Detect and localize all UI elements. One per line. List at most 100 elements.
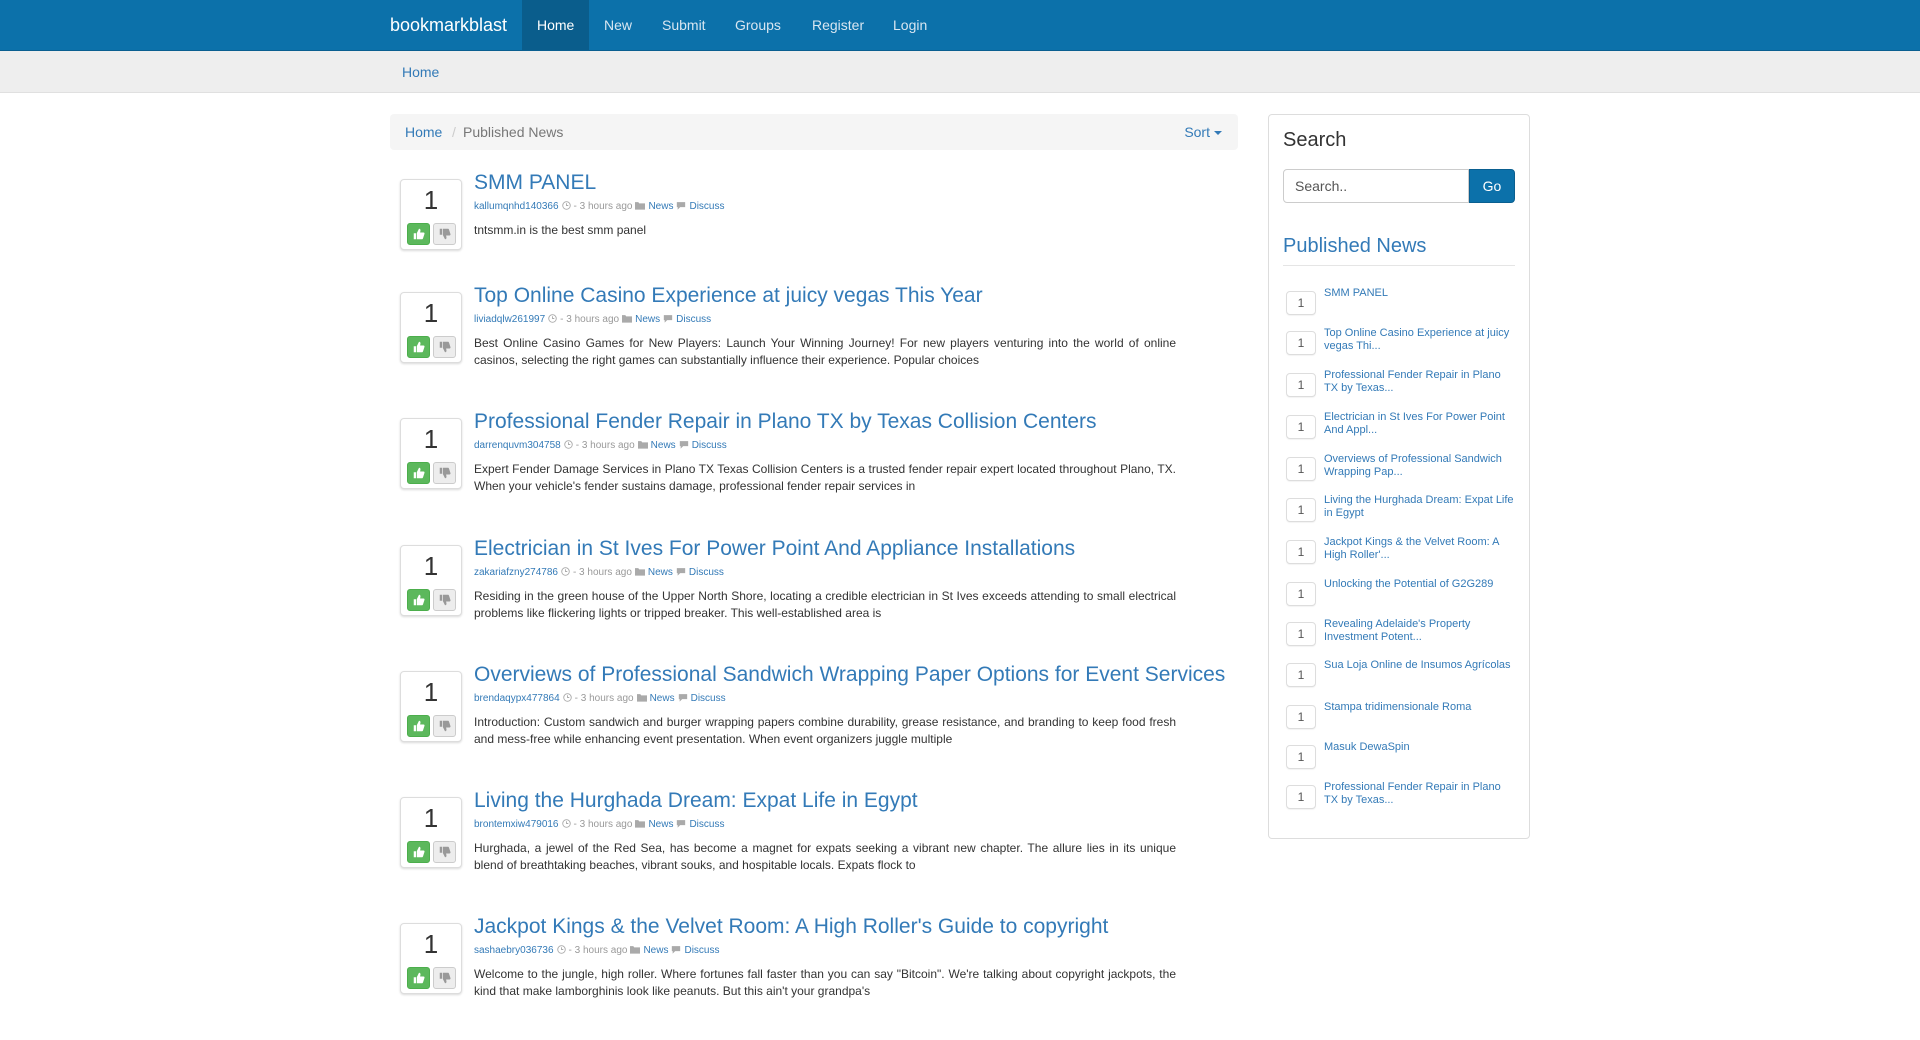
thumbs-down-icon[interactable]: [433, 841, 456, 863]
post-discuss-link[interactable]: Discuss: [684, 945, 719, 956]
post-discuss-link[interactable]: Discuss: [692, 440, 727, 451]
post-item: 1 Living the Hurghada Dream: Expat Life i…: [390, 788, 1230, 914]
sidebar-news-item: 1 Overviews of Professional Sandwich Wrap…: [1283, 451, 1515, 491]
post-title-link[interactable]: Top Online Casino Experience at juicy ve…: [474, 283, 983, 309]
post-title-link[interactable]: SMM PANEL: [474, 170, 596, 196]
post-title-link[interactable]: Professional Fender Repair in Plano TX b…: [474, 409, 1097, 435]
comment-icon: [676, 567, 686, 581]
breadcrumb: Home / Published News Sort: [390, 114, 1238, 150]
post-category-link[interactable]: News: [648, 819, 673, 830]
post-meta: darrenquvm304758 - 3 hours ago News Discuss: [474, 439, 727, 454]
post-title-link[interactable]: Electrician in St Ives For Power Point A…: [474, 536, 1075, 562]
post-title-link[interactable]: Overviews of Professional Sandwich Wrapp…: [474, 662, 1225, 688]
vote-count: 1: [423, 803, 439, 833]
vote-box: 1: [400, 418, 462, 489]
sidebar-news-link[interactable]: Masuk DewaSpin: [1324, 741, 1514, 754]
sidebar-divider: [1283, 265, 1515, 266]
thumbs-down-icon[interactable]: [433, 336, 456, 358]
post-item: 1 Overviews of Professional Sandwich Wrap…: [390, 662, 1230, 788]
post-meta: brontemxiw479016 - 3 hours ago News Discuss: [474, 818, 724, 833]
thumbs-up-icon[interactable]: [407, 336, 430, 358]
clock-icon: [556, 945, 566, 959]
thumbs-up-icon[interactable]: [407, 841, 430, 863]
thumbs-down-icon[interactable]: [433, 589, 456, 611]
sidebar-news-link[interactable]: Electrician in St Ives For Power Point A…: [1324, 411, 1514, 437]
post-item: 1 Jackpot Kings & the Velvet Room: A High…: [390, 914, 1230, 1040]
post-item: 1 Professional Fender Repair in Plano TX …: [390, 409, 1230, 535]
post-author-link[interactable]: darrenquvm304758: [474, 440, 561, 451]
sidebar-news-item: 1 Living the Hurghada Dream: Expat Life i…: [1283, 492, 1515, 532]
post-time: - 3 hours ago: [574, 693, 634, 704]
post-discuss-link[interactable]: Discuss: [691, 693, 726, 704]
folder-icon: [630, 945, 641, 959]
nav-login[interactable]: Login: [893, 0, 927, 50]
post-author-link[interactable]: liviadqlw261997: [474, 314, 545, 325]
nav-groups[interactable]: Groups: [735, 0, 781, 50]
post-category-link[interactable]: News: [648, 567, 673, 578]
thumbs-up-icon[interactable]: [407, 223, 430, 245]
sidebar-news-item: 1 Revealing Adelaide's Property Investmen…: [1283, 616, 1515, 656]
sidebar-news-link[interactable]: Professional Fender Repair in Plano TX b…: [1324, 781, 1514, 807]
subheader-home-link[interactable]: Home: [402, 51, 439, 93]
vote-count-badge: 1: [1286, 705, 1316, 729]
clock-icon: [562, 693, 572, 707]
post-category-link[interactable]: News: [648, 201, 673, 212]
sidebar-news-link[interactable]: Professional Fender Repair in Plano TX b…: [1324, 369, 1514, 395]
sort-dropdown-button[interactable]: Sort: [1184, 114, 1222, 150]
thumbs-down-icon[interactable]: [433, 715, 456, 737]
post-title-link[interactable]: Jackpot Kings & the Velvet Room: A High …: [474, 914, 1108, 940]
nav-new[interactable]: New: [604, 0, 632, 50]
post-category-link[interactable]: News: [643, 945, 668, 956]
clock-icon: [561, 567, 570, 581]
vote-box: 1: [400, 292, 462, 363]
post-discuss-link[interactable]: Discuss: [689, 819, 724, 830]
post-discuss-link[interactable]: Discuss: [689, 567, 724, 578]
post-category-link[interactable]: News: [635, 314, 660, 325]
sidebar-news-link[interactable]: Living the Hurghada Dream: Expat Life in…: [1324, 494, 1514, 520]
sidebar-news-link[interactable]: SMM PANEL: [1324, 287, 1514, 300]
sidebar-news-link[interactable]: Unlocking the Potential of G2G289: [1324, 578, 1514, 591]
thumbs-down-icon[interactable]: [433, 223, 456, 245]
post-category-link[interactable]: News: [650, 693, 675, 704]
thumbs-up-icon[interactable]: [407, 967, 430, 989]
nav-home[interactable]: Home: [522, 0, 590, 50]
sidebar-news-link[interactable]: Revealing Adelaide's Property Investment…: [1324, 618, 1514, 644]
search-go-button[interactable]: Go: [1469, 169, 1515, 203]
breadcrumb-home-link[interactable]: Home: [405, 114, 442, 150]
post-description: Best Online Casino Games for New Players…: [474, 336, 1176, 367]
post-discuss-link[interactable]: Discuss: [689, 201, 724, 212]
comment-icon: [676, 819, 686, 833]
post-description: Residing in the green house of the Upper…: [474, 589, 1176, 620]
thumbs-up-icon[interactable]: [407, 462, 430, 484]
post-time: - 3 hours ago: [573, 819, 633, 830]
thumbs-down-icon[interactable]: [433, 967, 456, 989]
thumbs-up-icon[interactable]: [407, 715, 430, 737]
brand-logo-link[interactable]: bookmarkblast: [390, 0, 507, 50]
post-author-link[interactable]: sashaebry036736: [474, 945, 554, 956]
post-meta: liviadqlw261997 - 3 hours ago News Discuss: [474, 313, 711, 328]
nav-register[interactable]: Register: [812, 0, 864, 50]
vote-count: 1: [423, 677, 439, 707]
sidebar-news-link[interactable]: Jackpot Kings & the Velvet Room: A High …: [1324, 536, 1514, 562]
sidebar-published-news-heading[interactable]: Published News: [1283, 235, 1426, 258]
post-author-link[interactable]: kallumqnhd140366: [474, 201, 559, 212]
sidebar-news-item: 1 Unlocking the Potential of G2G289: [1283, 576, 1515, 616]
thumbs-up-icon[interactable]: [407, 589, 430, 611]
sort-label: Sort: [1184, 124, 1210, 140]
post-author-link[interactable]: brendaqypx477864: [474, 693, 560, 704]
sidebar-news-link[interactable]: Sua Loja Online de Insumos Agrícolas: [1324, 659, 1514, 672]
sidebar-news-link[interactable]: Top Online Casino Experience at juicy ve…: [1324, 327, 1514, 353]
thumbs-down-icon[interactable]: [433, 462, 456, 484]
post-discuss-link[interactable]: Discuss: [676, 314, 711, 325]
vote-box: 1: [400, 797, 462, 868]
nav-submit[interactable]: Submit: [662, 0, 706, 50]
sidebar-news-link[interactable]: Overviews of Professional Sandwich Wrapp…: [1324, 453, 1514, 479]
sub-header: Home: [0, 51, 1920, 93]
post-title-link[interactable]: Living the Hurghada Dream: Expat Life in…: [474, 788, 918, 814]
post-category-link[interactable]: News: [651, 440, 676, 451]
search-input[interactable]: [1283, 169, 1469, 203]
post-author-link[interactable]: brontemxiw479016: [474, 819, 559, 830]
sidebar-news-item: 1 Jackpot Kings & the Velvet Room: A High…: [1283, 534, 1515, 574]
sidebar-news-link[interactable]: Stampa tridimensionale Roma: [1324, 701, 1514, 714]
post-author-link[interactable]: zakariafzny274786: [474, 567, 558, 578]
